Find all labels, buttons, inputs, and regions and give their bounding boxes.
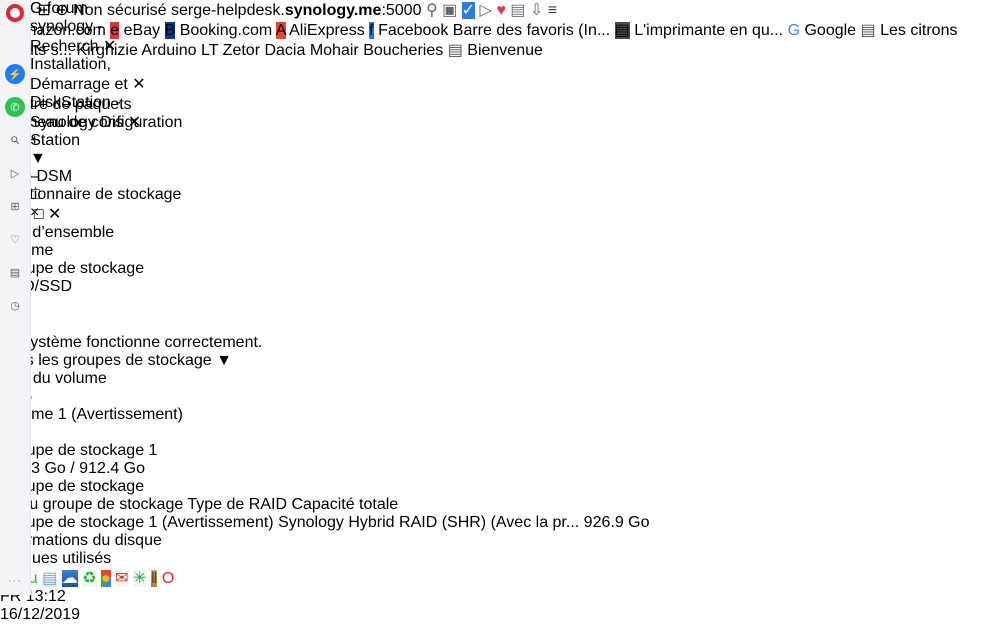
tab-favicon: G xyxy=(30,0,43,17)
taskbar-app[interactable]: ● xyxy=(100,570,115,587)
taskbar-app[interactable]: ☁ xyxy=(61,570,82,587)
opera-sidebar: ⚡ ✆ ⚲ ▷ ⊞ ♡ ▤ ◷ ··· xyxy=(0,0,31,595)
tab-dropdown-icon[interactable]: ▼ xyxy=(30,150,1000,168)
taskbar-app-icon: ▤ xyxy=(42,570,58,587)
sidebar-icon[interactable]: ♡ xyxy=(5,229,25,249)
taskbar-app[interactable]: ✳ xyxy=(132,570,151,587)
chevron-down-icon: ▼ xyxy=(216,352,232,369)
browser-tab[interactable]: Installation, Démarrage et ✕ xyxy=(30,56,146,94)
bookmark-item[interactable]: Arduino xyxy=(141,42,201,59)
volume-group-label: Groupe de stockage 1 xyxy=(0,442,158,459)
bookmark-item[interactable]: ▤ Bienvenue xyxy=(448,42,543,59)
desktop-icon-package-center[interactable]: Centre de paquets xyxy=(0,96,1000,114)
window-minimize-button[interactable]: – xyxy=(30,168,1000,186)
storage-group-selector[interactable]: Tous les groupes de stockage ▼ xyxy=(0,352,1000,370)
browser-tab-active[interactable]: DiskStation - Synology Dis ✕ xyxy=(30,94,150,132)
taskbar-app[interactable]: ▤ xyxy=(42,570,62,587)
storage-sidebar: Vue d’ensemble Volume Groupe de stockage… xyxy=(0,224,1000,296)
window-maximize-button[interactable]: □ xyxy=(30,186,1000,204)
volume-warning-status: Avertissement xyxy=(76,406,178,423)
tab-close-icon[interactable]: ✕ xyxy=(103,38,116,55)
bookmark-item[interactable]: Boucheries xyxy=(363,42,448,59)
sidebar-item[interactable]: Vue d’ensemble xyxy=(0,224,1000,242)
taskbar-app-icon: ♻ xyxy=(82,570,97,587)
taskbar-app-icon: ☁ xyxy=(61,570,78,587)
taskbar-app-icon: O xyxy=(161,570,175,587)
taskbar-app[interactable]: ‖ xyxy=(150,570,162,587)
sidebar-icon[interactable]: ⊞ xyxy=(5,196,25,216)
taskbar-app-icon: ✳ xyxy=(132,570,147,587)
sidebar-icon[interactable]: ⚲ xyxy=(1,126,29,154)
windows-taskbar: S e µ ▤ xyxy=(0,568,1000,624)
desktop-icon-control-panel[interactable]: Panneau de configuration xyxy=(0,114,1000,132)
health-description: Le système fonctionne correctement. xyxy=(0,334,263,351)
tab-close-icon[interactable]: ✕ xyxy=(128,114,141,131)
tab-close-icon[interactable]: ✕ xyxy=(132,76,145,93)
volume-usage: 240.3 Go / 912.4 Go xyxy=(0,460,145,477)
bookmark-item[interactable]: Dacia xyxy=(264,42,309,59)
notifications-icon[interactable]: ··· xyxy=(0,78,1000,96)
taskbar-app-icon: ‖ xyxy=(150,570,158,587)
storage-content: ✓ Sain Le système fonctionne correctemen… xyxy=(0,296,1000,568)
opera-menu-button[interactable] xyxy=(6,4,24,22)
sidebar-icon[interactable]: ▤ xyxy=(5,262,25,282)
bookmark-item[interactable]: LT xyxy=(201,42,223,59)
taskbar-app-icon: ✉ xyxy=(115,570,129,587)
volume-usage-donut: 26% xyxy=(0,388,1000,406)
volume-name: Volume 1 (Avertissement) xyxy=(0,406,183,423)
taskbar-app-icon: ● xyxy=(100,570,111,587)
sidebar-item[interactable]: HDD/SSD xyxy=(0,278,1000,296)
sidebar-more-icon[interactable]: ··· xyxy=(0,575,30,587)
taskbar-app[interactable]: ✉ xyxy=(115,570,133,587)
volume-dash: - xyxy=(0,424,1000,442)
column-header[interactable]: Type de RAID xyxy=(187,496,287,513)
bookmark-item[interactable]: Mohair xyxy=(310,42,363,59)
sidebar-icon[interactable]: ⚡ xyxy=(5,64,25,84)
browser-tab[interactable]: G forum synology - Recherch ✕ xyxy=(30,0,136,56)
sidebar-icon[interactable]: ✆ xyxy=(5,97,25,117)
table-header-row: ID du groupe de stockage Type de RAID Ca… xyxy=(0,496,1000,514)
bookmark-icon: ▤ xyxy=(447,42,463,59)
sidebar-item[interactable]: Volume xyxy=(0,242,1000,260)
sidebar-item[interactable]: Groupe de stockage xyxy=(0,260,1000,278)
health-check-icon: ✓ xyxy=(0,296,1000,316)
health-status: Sain xyxy=(0,316,1000,334)
health-card: ✓ Sain Le système fonctionne correctemen… xyxy=(0,296,1000,352)
storage-manager-window: Gestionnaire de stockage ? — □ ✕ Vue d’e… xyxy=(0,186,1000,568)
section-storage-group: Groupe de stockage xyxy=(0,478,145,495)
table-row[interactable]: Groupe de stockage 1 (Avertissement) Syn… xyxy=(0,514,1000,532)
browser-tab-bar: G forum synology - Recherch ✕ Installati… xyxy=(30,0,1000,221)
system-tray: FR 13:12 16/12/2019 xyxy=(0,588,1000,624)
taskbar-app[interactable]: ♻ xyxy=(82,570,101,587)
storage-group-table: ID du groupe de stockage Type de RAID Ca… xyxy=(0,496,1000,532)
tab-used-disks[interactable]: Disques utilisés xyxy=(0,550,1000,568)
dsm-taskbar: ··· xyxy=(0,78,1000,96)
section-volume-status: État du volume xyxy=(0,370,107,387)
column-header[interactable]: Capacité totale xyxy=(291,496,398,513)
taskbar-app[interactable]: O xyxy=(161,570,175,587)
bookmark-item[interactable]: Zetor xyxy=(223,42,265,59)
sidebar-icon[interactable]: ▷ xyxy=(5,163,25,183)
sidebar-icon[interactable]: ◷ xyxy=(5,295,25,315)
new-tab-button[interactable]: + xyxy=(30,132,1000,150)
section-disk-info: Informations du disque xyxy=(0,532,162,549)
screen: ⚡ ✆ ⚲ ▷ ⊞ ♡ ▤ ◷ ··· G forum synology - R… xyxy=(0,0,1000,631)
window-close-button[interactable]: × xyxy=(30,204,1000,222)
